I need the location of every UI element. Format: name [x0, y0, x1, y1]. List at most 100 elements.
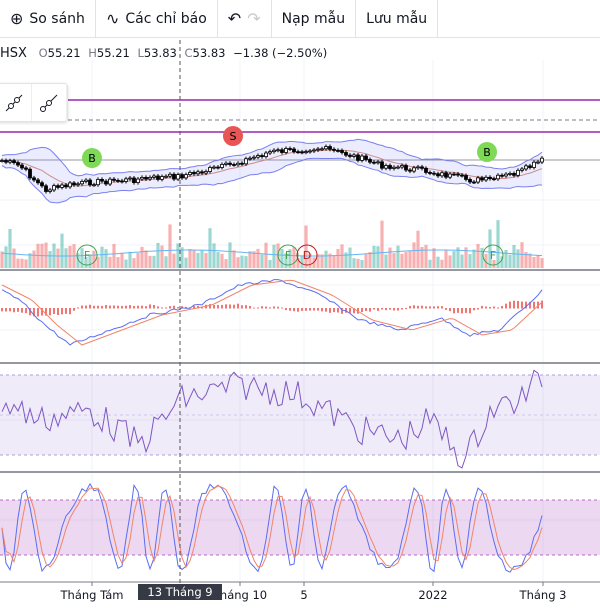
- macd-histogram-bar: [293, 308, 295, 312]
- volume-bar: [384, 254, 388, 268]
- volume-bar: [208, 228, 212, 268]
- macd-histogram-bar: [361, 308, 363, 313]
- volume-bar: [220, 253, 224, 268]
- volume-bar: [60, 233, 64, 268]
- macd-histogram-bar: [73, 308, 75, 311]
- candle: [492, 178, 496, 181]
- volume-bar: [500, 256, 504, 268]
- candle: [388, 165, 392, 169]
- candle: [148, 176, 152, 180]
- candle: [60, 184, 64, 188]
- drawing-tools-popup: [0, 83, 68, 122]
- macd-histogram-bar: [401, 308, 403, 310]
- candle: [392, 166, 396, 169]
- candle: [460, 174, 464, 177]
- buy-signal-label: B: [88, 152, 96, 165]
- volume-bar: [20, 258, 24, 268]
- candle: [504, 173, 508, 177]
- macd-histogram-bar: [121, 306, 123, 309]
- macd-histogram-bar: [453, 308, 455, 314]
- volume-bar: [132, 258, 136, 268]
- volume-bar: [360, 259, 364, 268]
- candle: [468, 179, 472, 183]
- candle: [4, 160, 8, 163]
- macd-histogram-bar: [405, 308, 407, 310]
- change-value: −1.38 (−2.50%): [233, 46, 328, 60]
- candle: [28, 168, 32, 179]
- candle: [480, 177, 484, 181]
- volume-bar: [232, 250, 236, 268]
- volume-bar: [168, 224, 172, 268]
- macd-histogram-bar: [77, 307, 79, 309]
- candle: [476, 177, 480, 183]
- candle: [444, 172, 448, 178]
- macd-histogram-bar: [513, 300, 515, 309]
- macd-histogram-bar: [97, 305, 99, 309]
- volume-bar: [332, 255, 336, 268]
- macd-histogram-bar: [141, 305, 143, 309]
- volume-bar: [188, 249, 192, 268]
- candle: [40, 182, 44, 187]
- macd-histogram-bar: [173, 305, 175, 309]
- macd-histogram-bar: [477, 308, 479, 310]
- volume-bar: [468, 254, 472, 268]
- volume-bar: [248, 251, 252, 268]
- macd-histogram-bar: [413, 305, 415, 309]
- chart-canvas[interactable]: BSBF F D F: [0, 0, 600, 600]
- candle: [12, 160, 16, 164]
- candle: [104, 180, 108, 185]
- candle: [84, 179, 88, 182]
- volume-bar: [140, 246, 144, 268]
- candle: [256, 155, 260, 158]
- macd-histogram-bar: [89, 304, 91, 309]
- candle: [464, 175, 468, 180]
- volume-bar: [32, 250, 36, 268]
- candle: [232, 164, 236, 166]
- volume-bar: [268, 259, 272, 268]
- candle: [36, 179, 40, 184]
- candle: [284, 148, 288, 153]
- volume-bar: [532, 257, 536, 268]
- macd-histogram-bar: [437, 306, 439, 309]
- macd-histogram-bar: [425, 306, 427, 309]
- volume-bar: [416, 230, 420, 268]
- candle: [164, 175, 168, 178]
- candle: [280, 149, 284, 153]
- macd-histogram-bar: [1, 308, 3, 312]
- macd-histogram-bar: [21, 308, 23, 313]
- candle: [356, 154, 360, 161]
- macd-histogram-bar: [25, 308, 27, 314]
- candle: [184, 174, 188, 179]
- macd-histogram-bar: [69, 308, 71, 315]
- macd-histogram-bar: [125, 305, 127, 309]
- trend-line-tool[interactable]: [0, 84, 32, 121]
- volume-bar: [48, 251, 52, 268]
- macd-histogram-bar: [65, 308, 67, 314]
- volume-bar: [256, 248, 260, 268]
- volume-bar: [440, 259, 444, 268]
- macd-histogram-bar: [269, 307, 271, 309]
- candle: [452, 173, 456, 176]
- volume-bar: [396, 245, 400, 268]
- volume-bar: [364, 254, 368, 268]
- macd-histogram-bar: [501, 306, 503, 309]
- macd-histogram-bar: [509, 301, 511, 309]
- volume-bar: [352, 258, 356, 268]
- macd-histogram-bar: [461, 308, 463, 314]
- candle: [44, 185, 48, 192]
- macd-histogram-bar: [109, 305, 111, 309]
- ray-tool[interactable]: [32, 84, 67, 121]
- candle: [204, 171, 208, 174]
- macd-histogram-bar: [329, 308, 331, 313]
- candle: [248, 157, 252, 160]
- macd-histogram-bar: [145, 306, 147, 309]
- macd-histogram-bar: [61, 308, 63, 315]
- macd-histogram-bar: [93, 305, 95, 309]
- ray-icon: [40, 94, 58, 112]
- macd-histogram-bar: [297, 308, 299, 312]
- macd-histogram-bar: [493, 306, 495, 309]
- candle: [408, 169, 412, 172]
- macd-histogram-bar: [165, 307, 167, 309]
- volume-bar: [240, 255, 244, 268]
- macd-histogram-bar: [469, 308, 471, 314]
